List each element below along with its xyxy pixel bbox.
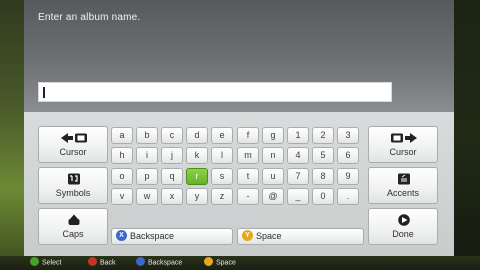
key-z[interactable]: z <box>211 188 233 205</box>
backspace-label: Backspace <box>130 231 175 242</box>
symbols-label: Symbols <box>55 188 91 198</box>
album-name-input[interactable] <box>38 82 392 102</box>
key-0[interactable]: 0 <box>312 188 334 205</box>
key-y[interactable]: y <box>186 188 208 205</box>
space-key[interactable]: Y Space <box>237 228 364 245</box>
key-_[interactable]: _ <box>287 188 309 205</box>
key-s[interactable]: s <box>211 168 233 185</box>
legend-back: Back <box>88 257 116 270</box>
done-key[interactable]: Done <box>368 208 438 245</box>
cursor-right-label: Cursor <box>389 147 417 157</box>
key-b[interactable]: b <box>136 127 158 144</box>
prompt-text: Enter an album name. <box>38 12 141 23</box>
key--[interactable]: - <box>237 188 259 205</box>
key-c[interactable]: c <box>161 127 183 144</box>
done-label: Done <box>392 229 414 239</box>
cursor-left-key[interactable]: Cursor <box>38 126 108 163</box>
key-3[interactable]: 3 <box>337 127 359 144</box>
key-2[interactable]: 2 <box>312 127 334 144</box>
cursor-left-icon <box>61 133 87 143</box>
legend-backspace-label: Backspace <box>148 259 183 267</box>
accents-key[interactable]: Accents <box>368 167 438 204</box>
key-r[interactable]: r <box>186 168 208 185</box>
dashboard-background-left <box>0 0 24 270</box>
key-f[interactable]: f <box>237 127 259 144</box>
key-p[interactable]: p <box>136 168 158 185</box>
key-7[interactable]: 7 <box>287 168 309 185</box>
key-8[interactable]: 8 <box>312 168 334 185</box>
key-j[interactable]: j <box>161 147 183 164</box>
key-k[interactable]: k <box>186 147 208 164</box>
key-a[interactable]: a <box>111 127 133 144</box>
key-l[interactable]: l <box>211 147 233 164</box>
key-q[interactable]: q <box>161 168 183 185</box>
key-.[interactable]: . <box>337 188 359 205</box>
caps-key[interactable]: Caps <box>38 208 108 245</box>
cursor-left-label: Cursor <box>59 147 87 157</box>
caps-icon <box>68 214 80 225</box>
key-v[interactable]: v <box>111 188 133 205</box>
key-u[interactable]: u <box>262 168 284 185</box>
key-d[interactable]: d <box>186 127 208 144</box>
legend-backspace: Backspace <box>136 257 183 270</box>
b-button-icon <box>88 257 97 266</box>
dashboard-background-right <box>454 0 480 270</box>
legend-select-label: Select <box>42 259 62 267</box>
y-button-legend-icon <box>204 257 213 266</box>
key-6[interactable]: 6 <box>337 147 359 164</box>
accents-label: Accents <box>386 188 419 198</box>
key-4[interactable]: 4 <box>287 147 309 164</box>
key-w[interactable]: w <box>136 188 158 205</box>
key-e[interactable]: e <box>211 127 233 144</box>
play-icon <box>398 214 410 226</box>
accents-icon <box>398 173 410 185</box>
text-caret <box>43 87 45 98</box>
legend-select: Select <box>30 257 62 270</box>
x-button-icon: X <box>116 230 127 242</box>
key-x[interactable]: x <box>161 188 183 205</box>
key-@[interactable]: @ <box>262 188 284 205</box>
a-button-icon <box>30 257 39 266</box>
space-label: Space <box>256 231 282 242</box>
caps-label: Caps <box>62 229 84 239</box>
legend-space-label: Space <box>216 259 236 267</box>
legend-back-label: Back <box>100 259 116 267</box>
backspace-key[interactable]: X Backspace <box>111 228 233 245</box>
cursor-right-key[interactable]: Cursor <box>368 126 438 163</box>
key-i[interactable]: i <box>136 147 158 164</box>
legend-space: Space <box>204 257 236 270</box>
x-button-legend-icon <box>136 257 145 266</box>
dashboard-background-bottom <box>0 256 480 270</box>
symbols-key[interactable]: Symbols <box>38 167 108 204</box>
key-g[interactable]: g <box>262 127 284 144</box>
cursor-right-icon <box>391 133 417 143</box>
symbols-icon <box>68 173 80 185</box>
key-n[interactable]: n <box>262 147 284 164</box>
key-o[interactable]: o <box>111 168 133 185</box>
y-button-icon: Y <box>242 230 253 242</box>
key-9[interactable]: 9 <box>337 168 359 185</box>
key-1[interactable]: 1 <box>287 127 309 144</box>
key-t[interactable]: t <box>237 168 259 185</box>
key-m[interactable]: m <box>237 147 259 164</box>
key-h[interactable]: h <box>111 147 133 164</box>
key-5[interactable]: 5 <box>312 147 334 164</box>
